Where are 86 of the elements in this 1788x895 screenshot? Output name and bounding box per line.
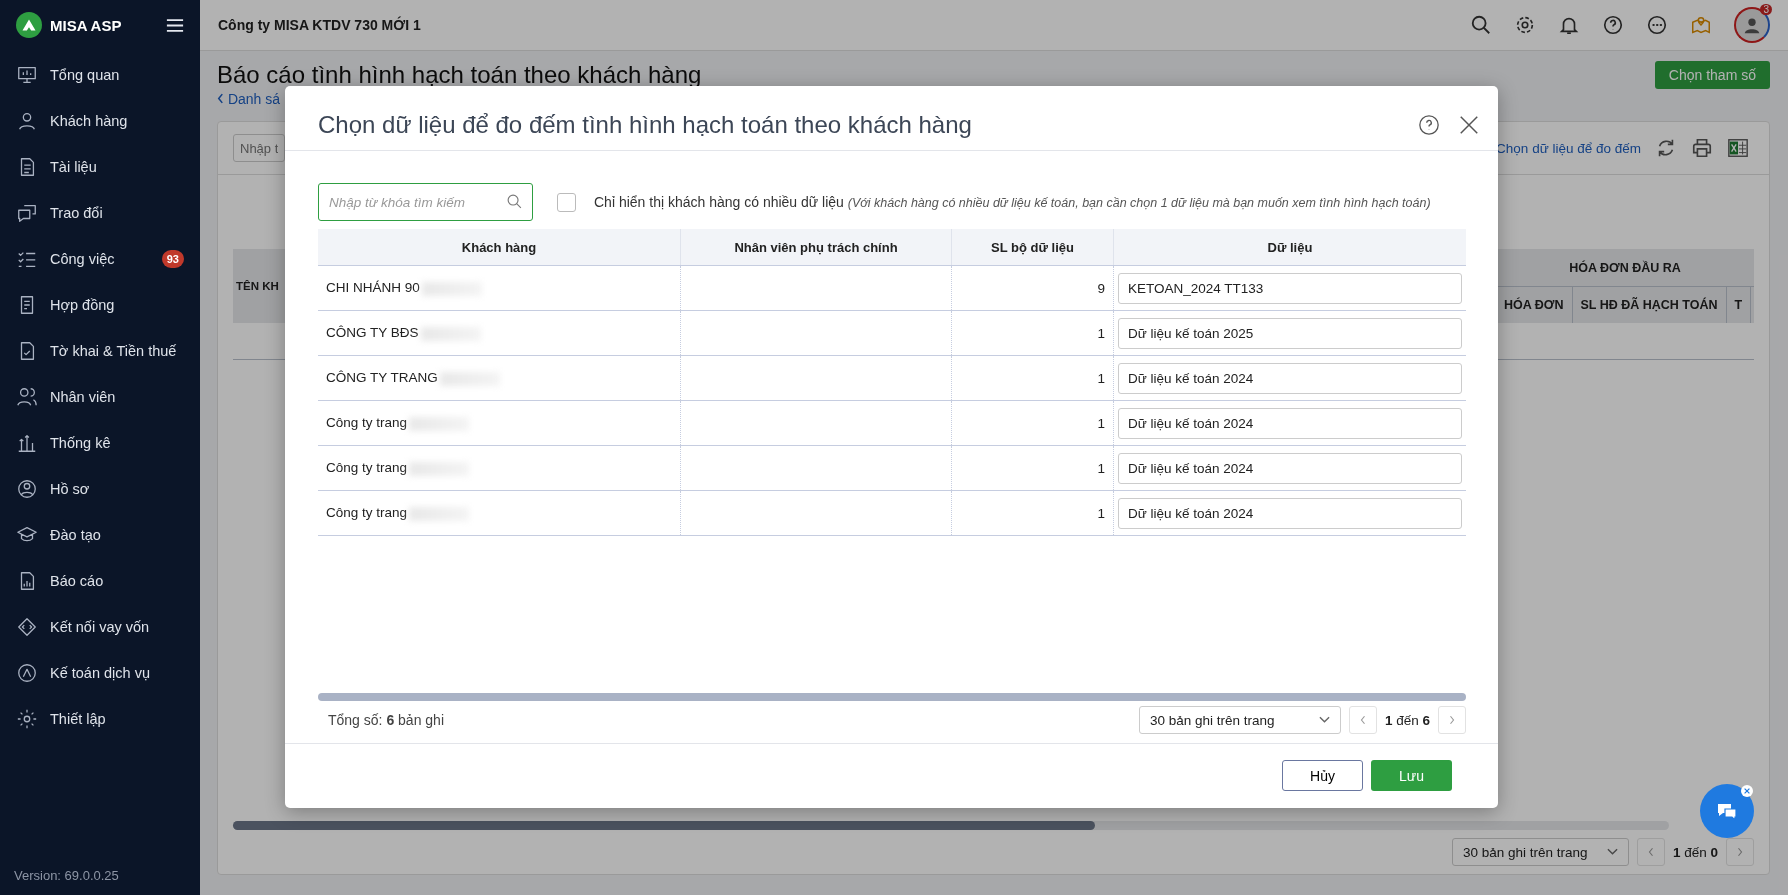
sidebar-item[interactable]: Hồ sơ: [0, 466, 200, 512]
horizontal-scrollbar[interactable]: [233, 821, 1669, 830]
avatar[interactable]: 3: [1734, 7, 1770, 43]
page-range: 1 đến 6: [1384, 712, 1430, 728]
logo-icon: [16, 12, 42, 38]
chevron-left-icon: [217, 93, 224, 104]
data-field[interactable]: KETOAN_2024 TT133: [1118, 272, 1462, 304]
help-icon[interactable]: [1418, 114, 1440, 136]
table-cell: CHI NHÁNH 90: [318, 265, 681, 311]
print-icon[interactable]: [1691, 137, 1713, 159]
dialog-title: Chọn dữ liệu để đo đếm tình hình hạch toán theo khách hàng: [318, 111, 973, 139]
sidebar-item[interactable]: Kế toán dịch vụ: [0, 650, 200, 696]
column-header: Dữ liệu: [1113, 229, 1466, 266]
sidebar-item[interactable]: Thống kê: [0, 420, 200, 466]
chevron-right-icon: [1449, 715, 1455, 725]
version-text: Version: 69.0.0.25: [13, 868, 120, 885]
sidebar-item[interactable]: Đào tạo: [0, 512, 200, 558]
table-cell: 9: [951, 265, 1114, 311]
sidebar-item[interactable]: Báo cáo: [0, 558, 200, 604]
table-cell: CÔNG TY BĐS: [318, 310, 681, 356]
data-field[interactable]: Dữ liệu kế toán 2024: [1118, 362, 1462, 394]
diamond-link-icon: [16, 616, 38, 638]
sidebar-item[interactable]: Công việc 93: [0, 236, 200, 282]
close-icon[interactable]: [1458, 114, 1480, 136]
record-count: Tổng số: 6 bản ghi: [327, 712, 444, 728]
sidebar-item[interactable]: Tổng quan: [0, 52, 200, 98]
data-field[interactable]: Dữ liệu kế toán 2024: [1118, 407, 1462, 439]
count-badge: 93: [161, 250, 184, 268]
page-size-select[interactable]: 30 bản ghi trên trang: [1451, 838, 1629, 866]
data-field[interactable]: Dữ liệu kế toán 2024: [1118, 452, 1462, 484]
page-range: 1 đến 0: [1672, 844, 1718, 860]
app-name: MISA ASP: [50, 16, 123, 34]
chevron-right-icon: [1737, 847, 1743, 857]
search-field[interactable]: Nhập từ khóa tìm kiếm: [318, 183, 533, 221]
excel-icon[interactable]: [1727, 137, 1749, 159]
person-icon: [16, 110, 38, 132]
search-field[interactable]: Nhập t: [233, 134, 285, 162]
page-size-select[interactable]: 30 bản ghi trên trang: [1138, 706, 1341, 734]
company-name: Công ty MISA KTDV 730 MỚI 1: [218, 17, 421, 33]
table-cell: Công ty trang: [318, 400, 681, 446]
chevron-down-icon: [1318, 716, 1330, 724]
table-cell: Công ty trang: [318, 490, 681, 536]
menu-icon[interactable]: [166, 17, 184, 33]
search-icon[interactable]: [1470, 14, 1492, 36]
table-cell: 1: [951, 400, 1114, 446]
filter-label: Chỉ hiển thị khách hàng có nhiều dữ liệu (Với khách hàng có nhiều dữ liệu kế toán, bạn cần chọn 1 dữ liệu mà bạn muốn xem tình hình hạch toán): [594, 194, 1431, 210]
chevron-left-icon: [1647, 847, 1654, 857]
sidebar-item[interactable]: Khách hàng: [0, 98, 200, 144]
sidebar-item[interactable]: Kết nối vay vốn: [0, 604, 200, 650]
column-header: SL HĐ ĐÃ HẠCH TOÁN: [1572, 287, 1727, 323]
chat-bubbles-icon: [16, 202, 38, 224]
column-header: SL bộ dữ liệu: [951, 229, 1114, 266]
back-link[interactable]: Danh sá: [217, 91, 281, 107]
map-pin-icon[interactable]: [1690, 14, 1712, 36]
search-icon[interactable]: [506, 193, 523, 210]
settings-icon[interactable]: [1514, 14, 1536, 36]
sidebar-item[interactable]: Thiết lập: [0, 696, 200, 742]
checkbox[interactable]: [557, 192, 576, 212]
page-title: Báo cáo tình hình hạch toán theo khách hàng: [217, 61, 702, 89]
horizontal-scrollbar[interactable]: [318, 693, 1466, 701]
table-cell: Công ty trang: [318, 445, 681, 491]
more-icon[interactable]: [1646, 14, 1668, 36]
cancel-button[interactable]: Hủy: [1282, 760, 1363, 791]
data-field[interactable]: Dữ liệu kế toán 2024: [1118, 497, 1462, 529]
bar-chart-icon: [16, 432, 38, 454]
chevron-down-icon: [1606, 848, 1618, 856]
column-header: T: [1726, 287, 1752, 323]
people-icon: [16, 386, 38, 408]
sidebar-item[interactable]: Tài liệu: [0, 144, 200, 190]
column-header: TÊN KH: [235, 280, 279, 292]
sidebar-item[interactable]: Nhân viên: [0, 374, 200, 420]
help-icon[interactable]: [1602, 14, 1624, 36]
table-cell: 1: [951, 355, 1114, 401]
table-cell: 1: [951, 310, 1114, 356]
data-field[interactable]: Dữ liệu kế toán 2025: [1118, 317, 1462, 349]
table-cell: 1: [951, 445, 1114, 491]
table-cell: CÔNG TY TRANG: [318, 355, 681, 401]
notification-badge: 3: [1760, 4, 1772, 15]
sidebar-item[interactable]: Trao đổi: [0, 190, 200, 236]
column-header: Nhân viên phụ trách chính: [680, 229, 952, 266]
column-header: Khách hàng: [318, 229, 681, 266]
sidebar-item[interactable]: Hợp đồng: [0, 282, 200, 328]
sidebar-item[interactable]: Tờ khai & Tiền thuế: [0, 328, 200, 374]
monitor-icon: [16, 64, 38, 86]
chevron-left-icon: [1359, 715, 1366, 725]
table-cell: 1: [951, 490, 1114, 536]
